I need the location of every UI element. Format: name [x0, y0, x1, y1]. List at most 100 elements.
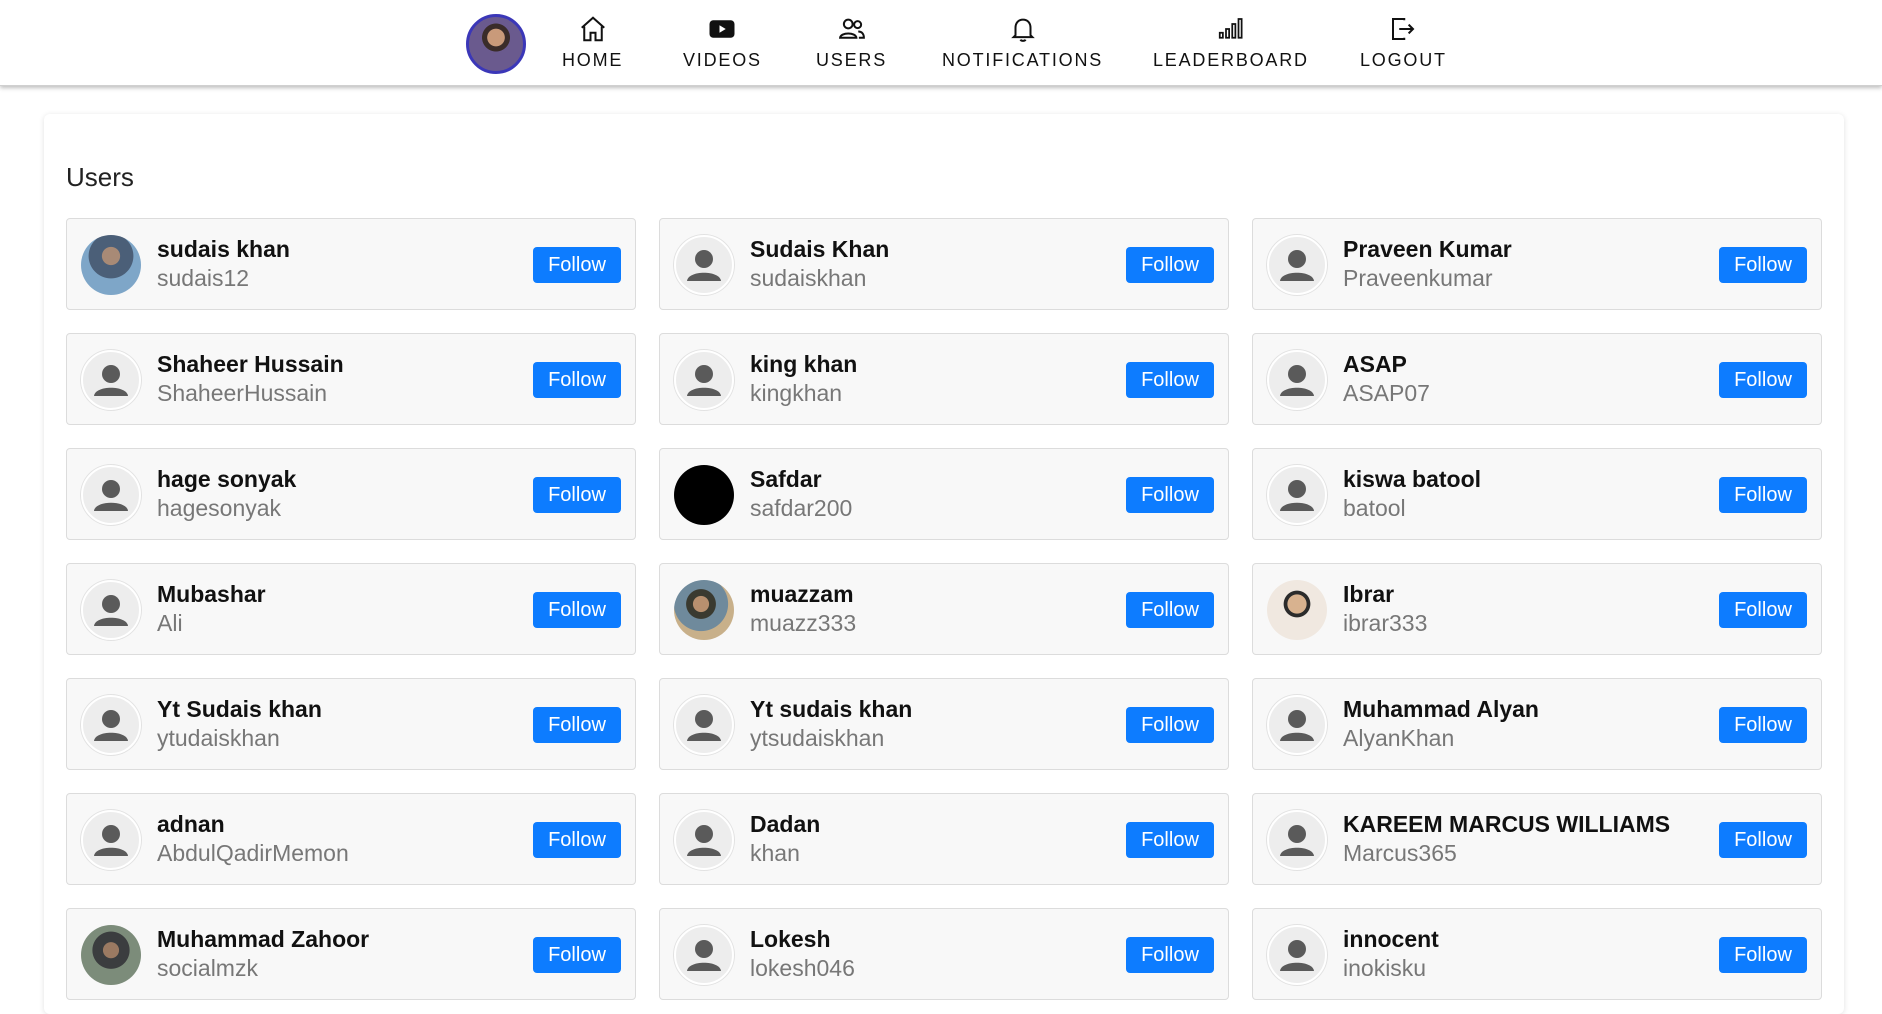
follow-button[interactable]: Follow — [533, 477, 621, 513]
user-card: Shaheer Hussain ShaheerHussain Follow — [66, 333, 636, 425]
follow-button[interactable]: Follow — [1719, 707, 1807, 743]
follow-button[interactable]: Follow — [533, 592, 621, 628]
user-avatar[interactable] — [1267, 925, 1327, 985]
follow-button[interactable]: Follow — [1126, 247, 1214, 283]
user-name[interactable]: Yt Sudais khan — [157, 696, 322, 723]
user-avatar[interactable] — [1267, 695, 1327, 755]
user-name[interactable]: Muhammad Zahoor — [157, 926, 369, 953]
follow-button[interactable]: Follow — [1126, 707, 1214, 743]
default-avatar-icon — [687, 710, 721, 741]
top-navbar: HOME VIDEOS USERS NOTIFICATIONS LEADERBO… — [0, 0, 1882, 86]
user-avatar[interactable] — [1267, 350, 1327, 410]
profile-avatar[interactable] — [466, 14, 526, 74]
user-username: kingkhan — [750, 380, 843, 406]
user-card: Muhammad Alyan AlyanKhan Follow — [1252, 678, 1822, 770]
user-avatar[interactable] — [1267, 465, 1327, 525]
user-avatar[interactable] — [1267, 580, 1327, 640]
user-name[interactable]: Dadan — [750, 811, 820, 838]
user-card: Sudais Khan sudaiskhan Follow — [659, 218, 1229, 310]
user-name[interactable]: ASAP — [1343, 351, 1407, 378]
user-avatar[interactable] — [81, 695, 141, 755]
follow-button[interactable]: Follow — [533, 247, 621, 283]
follow-button[interactable]: Follow — [1126, 822, 1214, 858]
follow-button[interactable]: Follow — [1719, 592, 1807, 628]
follow-button[interactable]: Follow — [1126, 937, 1214, 973]
nav-users-label: USERS — [816, 50, 888, 70]
default-avatar-icon — [1280, 940, 1314, 971]
users-grid: sudais khan sudais12 Follow Sudais Khan suda… — [66, 218, 1822, 1000]
user-name[interactable]: king khan — [750, 351, 857, 378]
logout-icon — [1392, 18, 1415, 40]
user-avatar[interactable] — [81, 580, 141, 640]
follow-button[interactable]: Follow — [1126, 362, 1214, 398]
user-username: socialmzk — [157, 955, 258, 981]
user-avatar[interactable] — [674, 925, 734, 985]
user-avatar[interactable] — [81, 465, 141, 525]
follow-button[interactable]: Follow — [1126, 592, 1214, 628]
user-avatar[interactable] — [674, 350, 734, 410]
nav-notifications[interactable]: NOTIFICATIONS — [942, 14, 1103, 74]
user-avatar[interactable] — [81, 350, 141, 410]
follow-button[interactable]: Follow — [533, 707, 621, 743]
follow-button[interactable]: Follow — [533, 937, 621, 973]
user-name[interactable]: Ibrar — [1343, 581, 1394, 608]
follow-button[interactable]: Follow — [1719, 822, 1807, 858]
user-avatar[interactable] — [1267, 810, 1327, 870]
user-avatar[interactable] — [674, 465, 734, 525]
users-icon — [838, 18, 865, 39]
user-card: muazzam muazz333 Follow — [659, 563, 1229, 655]
nav-leaderboard[interactable]: LEADERBOARD — [1153, 14, 1309, 74]
follow-button[interactable]: Follow — [1719, 477, 1807, 513]
user-name[interactable]: adnan — [157, 811, 225, 838]
default-avatar-icon — [687, 365, 721, 396]
user-name[interactable]: Lokesh — [750, 926, 831, 953]
user-username: ibrar333 — [1343, 610, 1428, 636]
user-avatar[interactable] — [674, 810, 734, 870]
follow-button[interactable]: Follow — [533, 822, 621, 858]
user-card: Safdar safdar200 Follow — [659, 448, 1229, 540]
nav-videos-label: VIDEOS — [683, 50, 762, 70]
user-name[interactable]: Shaheer Hussain — [157, 351, 344, 378]
nav-home-label: HOME — [562, 50, 624, 70]
user-avatar[interactable] — [674, 695, 734, 755]
user-username: khan — [750, 840, 800, 866]
follow-button[interactable]: Follow — [1126, 477, 1214, 513]
user-avatar[interactable] — [1267, 235, 1327, 295]
nav-home[interactable]: HOME — [562, 14, 623, 74]
default-avatar-icon — [1280, 250, 1314, 281]
user-name[interactable]: hage sonyak — [157, 466, 296, 493]
user-name[interactable]: Yt sudais khan — [750, 696, 912, 723]
user-name[interactable]: KAREEM MARCUS WILLIAMS — [1343, 811, 1670, 838]
user-username: ShaheerHussain — [157, 380, 328, 406]
follow-button[interactable]: Follow — [1719, 937, 1807, 973]
nav-logout-label: LOGOUT — [1360, 50, 1447, 70]
default-avatar-icon — [687, 250, 721, 281]
user-username: sudais12 — [157, 265, 250, 291]
user-name[interactable]: Safdar — [750, 466, 822, 493]
user-name[interactable]: muazzam — [750, 581, 854, 608]
user-name[interactable]: Muhammad Alyan — [1343, 696, 1539, 723]
nav-videos[interactable]: VIDEOS — [683, 14, 762, 74]
user-avatar[interactable] — [674, 580, 734, 640]
follow-button[interactable]: Follow — [1719, 247, 1807, 283]
user-avatar[interactable] — [674, 235, 734, 295]
nav-notifications-label: NOTIFICATIONS — [942, 50, 1104, 70]
user-username: ytsudaiskhan — [750, 725, 885, 751]
user-name[interactable]: sudais khan — [157, 236, 290, 263]
user-name[interactable]: kiswa batool — [1343, 466, 1481, 493]
user-name[interactable]: Sudais Khan — [750, 236, 889, 263]
user-name[interactable]: Praveen Kumar — [1343, 236, 1512, 263]
user-name[interactable]: innocent — [1343, 926, 1439, 953]
follow-button[interactable]: Follow — [533, 362, 621, 398]
user-name[interactable]: Mubashar — [157, 581, 266, 608]
signal-bars-icon — [1218, 18, 1243, 39]
nav-logout[interactable]: LOGOUT — [1360, 14, 1447, 74]
home-icon — [580, 16, 605, 42]
user-avatar[interactable] — [81, 235, 141, 295]
default-avatar-icon — [1280, 710, 1314, 741]
follow-button[interactable]: Follow — [1719, 362, 1807, 398]
user-avatar[interactable] — [81, 810, 141, 870]
user-avatar[interactable] — [81, 925, 141, 985]
youtube-play-icon — [709, 20, 735, 38]
nav-users[interactable]: USERS — [816, 14, 887, 74]
